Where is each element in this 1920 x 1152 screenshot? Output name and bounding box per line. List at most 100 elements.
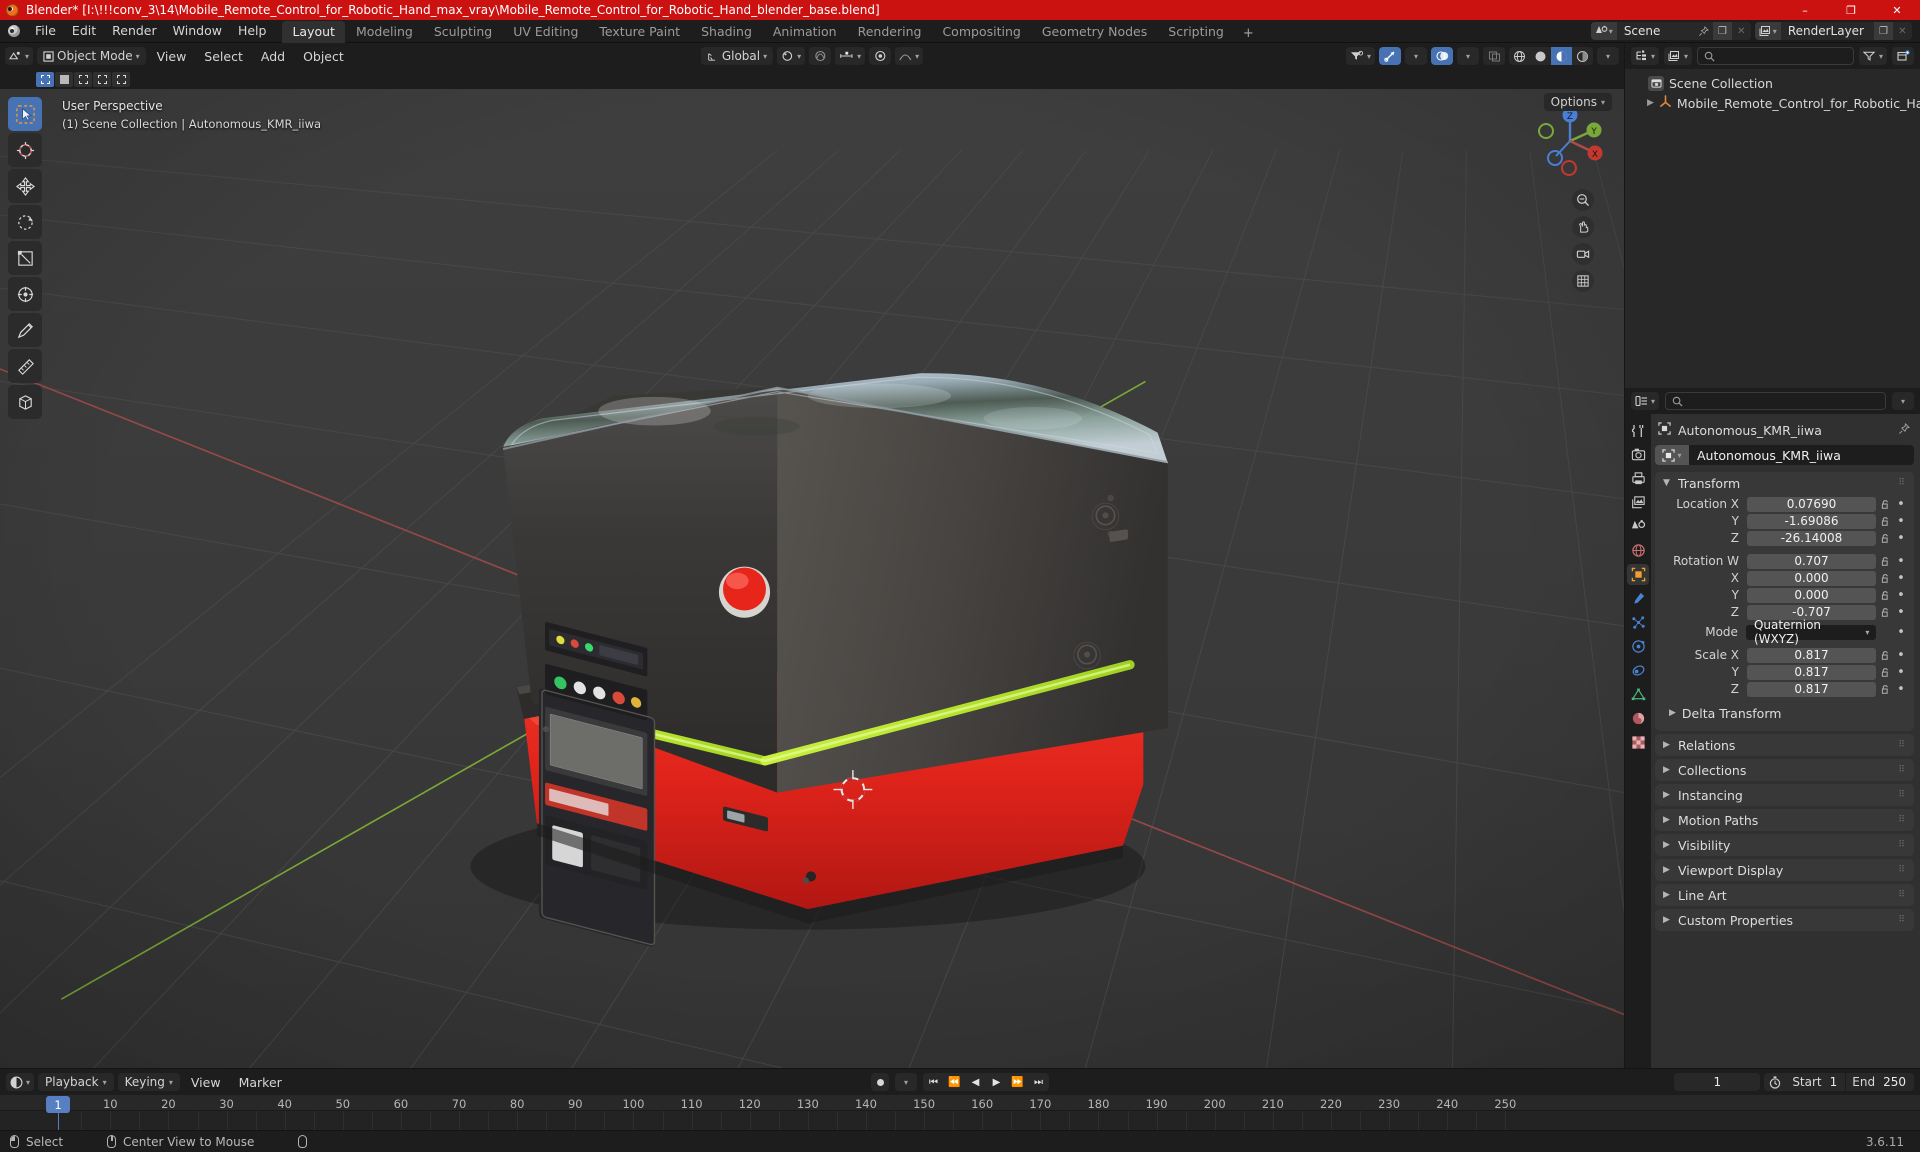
add-cube-tool-button[interactable] <box>8 385 42 419</box>
menu-window[interactable]: Window <box>165 21 230 41</box>
tab-compositing[interactable]: Compositing <box>932 21 1030 43</box>
material-preview-shading-button[interactable] <box>1551 47 1572 65</box>
jump-to-start-button[interactable]: ⏮ <box>923 1073 944 1091</box>
location-z-keyframe-icon[interactable]: • <box>1894 532 1908 545</box>
collections-panel[interactable]: ▶ Collections ⠿ <box>1655 759 1914 781</box>
select-extend-mode-button[interactable] <box>55 71 73 87</box>
menu-render[interactable]: Render <box>104 21 165 41</box>
modifiers-tab[interactable] <box>1627 588 1649 609</box>
xray-toggle-button[interactable] <box>1483 47 1505 65</box>
jump-to-next-keyframe-button[interactable]: ⏩ <box>1007 1073 1028 1091</box>
scale-y-keyframe-icon[interactable]: • <box>1894 666 1908 679</box>
rotation-mode-dropdown[interactable]: Quaternion (WXYZ) ▾ <box>1745 618 1877 646</box>
tab-layout[interactable]: Layout <box>282 20 345 43</box>
outliner-editor-type-selector[interactable]: ▾ <box>1631 47 1660 65</box>
particles-tab[interactable] <box>1627 612 1649 633</box>
tweak-select-tool-button[interactable] <box>8 97 42 131</box>
location-y-lock-icon[interactable] <box>1876 516 1894 527</box>
playback-menu[interactable]: Playback ▾ <box>38 1073 114 1091</box>
viewport-menu-select[interactable]: Select <box>197 48 250 65</box>
line-art-panel[interactable]: ▶ Line Art ⠿ <box>1655 884 1914 906</box>
object-mode-selector[interactable]: Object Mode ▾ <box>37 47 146 65</box>
tab-modeling[interactable]: Modeling <box>346 21 423 43</box>
location-x-value[interactable]: 0.07690 <box>1747 496 1876 512</box>
custom-properties-panel[interactable]: ▶ Custom Properties ⠿ <box>1655 909 1914 931</box>
timeline-playhead[interactable]: 1 <box>46 1096 70 1113</box>
blender-menu-icon[interactable] <box>4 23 24 40</box>
rotation-x-keyframe-icon[interactable]: • <box>1894 572 1908 585</box>
rotation-w-value[interactable]: 0.707 <box>1747 553 1876 569</box>
timeline-menu-view[interactable]: View <box>184 1074 228 1091</box>
timeline-menu-marker[interactable]: Marker <box>232 1074 289 1091</box>
overlays-dropdown[interactable]: ▾ <box>1457 47 1479 65</box>
object-tab[interactable] <box>1627 564 1649 585</box>
rotation-w-keyframe-icon[interactable]: • <box>1894 555 1908 568</box>
show-overlays-button[interactable] <box>1431 47 1453 65</box>
view-layer-tab[interactable] <box>1627 492 1649 513</box>
rotation-x-value[interactable]: 0.000 <box>1747 570 1876 586</box>
rotation-z-keyframe-icon[interactable]: • <box>1894 606 1908 619</box>
toggle-ortho-icon[interactable] <box>1572 270 1594 292</box>
scale-x-lock-icon[interactable] <box>1876 650 1894 661</box>
outliner-scene-collection-row[interactable]: Scene Collection <box>1625 73 1920 93</box>
viewport-display-panel[interactable]: ▶ Viewport Display ⠿ <box>1655 859 1914 881</box>
current-frame-field[interactable]: 1 <box>1674 1073 1761 1091</box>
proportional-edit-button[interactable] <box>809 47 832 65</box>
use-preview-range-icon[interactable] <box>1764 1075 1786 1089</box>
keying-menu[interactable]: Keying ▾ <box>117 1073 180 1091</box>
snap-target-button[interactable]: ▾ <box>835 47 866 65</box>
pin-properties-icon[interactable] <box>1898 422 1914 438</box>
scale-z-value[interactable]: 0.817 <box>1747 681 1876 697</box>
timeline-tracks[interactable] <box>0 1110 1920 1130</box>
rotation-y-value[interactable]: 0.000 <box>1747 587 1876 603</box>
viewport-menu-view[interactable]: View <box>150 48 194 65</box>
location-z-lock-icon[interactable] <box>1876 533 1894 544</box>
add-workspace-button[interactable]: + <box>1235 24 1262 43</box>
tab-rendering[interactable]: Rendering <box>848 21 932 43</box>
unlink-scene-button[interactable]: ✕ <box>1731 22 1751 40</box>
properties-content[interactable]: Autonomous_KMR_iiwa ▾ Autonomous_KMR_iiw… <box>1651 414 1920 1068</box>
visibility-panel[interactable]: ▶ Visibility ⠿ <box>1655 834 1914 856</box>
timeline-ruler[interactable]: ❮ 10203040506070809010011012013014015016… <box>0 1095 1920 1130</box>
solid-shading-button[interactable] <box>1530 47 1551 65</box>
delta-transform-subpanel[interactable]: ▶ Delta Transform <box>1655 703 1908 723</box>
viewport-menu-add[interactable]: Add <box>254 48 292 65</box>
zoom-view-icon[interactable] <box>1572 189 1594 211</box>
viewlayer-selector[interactable]: ▾ RenderLayer ❐ ✕ <box>1754 22 1912 40</box>
properties-search-input[interactable] <box>1665 392 1886 410</box>
location-z-value[interactable]: -26.14008 <box>1747 530 1876 546</box>
viewport-options-button[interactable]: Options ▾ <box>1543 93 1612 111</box>
outliner-filter-button[interactable]: ▾ <box>1858 47 1887 65</box>
rotate-tool-button[interactable] <box>8 205 42 239</box>
scale-x-value[interactable]: 0.817 <box>1747 647 1876 663</box>
remove-viewlayer-button[interactable]: ✕ <box>1893 22 1912 40</box>
auto-keying-dropdown[interactable]: ▾ <box>895 1073 917 1091</box>
scale-z-lock-icon[interactable] <box>1876 684 1894 695</box>
play-button[interactable]: ▶ <box>986 1073 1007 1091</box>
close-button[interactable]: ✕ <box>1874 0 1920 20</box>
annotate-tool-button[interactable] <box>8 313 42 347</box>
visibility-filter-button[interactable]: ▾ <box>1345 47 1375 65</box>
tab-geometry-nodes[interactable]: Geometry Nodes <box>1032 21 1157 43</box>
data-tab[interactable] <box>1627 684 1649 705</box>
texture-tab[interactable] <box>1627 732 1649 753</box>
rotation-y-keyframe-icon[interactable]: • <box>1894 589 1908 602</box>
rotation-x-lock-icon[interactable] <box>1876 573 1894 584</box>
rotation-mode-keyframe-icon[interactable]: • <box>1894 626 1908 639</box>
select-invert-mode-button[interactable] <box>93 71 111 87</box>
physics-tab[interactable] <box>1627 636 1649 657</box>
maximize-button[interactable]: ❐ <box>1828 0 1874 20</box>
location-x-keyframe-icon[interactable]: • <box>1894 498 1908 511</box>
tab-animation[interactable]: Animation <box>763 21 847 43</box>
viewport-menu-object[interactable]: Object <box>296 48 351 65</box>
show-gizmo-button[interactable] <box>1379 47 1401 65</box>
start-frame-value[interactable]: 1 <box>1828 1075 1846 1089</box>
scale-z-keyframe-icon[interactable]: • <box>1894 683 1908 696</box>
minimize-button[interactable]: – <box>1782 0 1828 20</box>
viewport-canvas[interactable]: User Perspective (1) Scene Collection | … <box>0 89 1624 1068</box>
output-tab[interactable] <box>1627 468 1649 489</box>
rotation-y-lock-icon[interactable] <box>1876 590 1894 601</box>
auto-keying-button[interactable] <box>871 1073 889 1091</box>
tab-scripting[interactable]: Scripting <box>1158 21 1234 43</box>
new-viewlayer-button[interactable]: ❐ <box>1874 22 1893 40</box>
